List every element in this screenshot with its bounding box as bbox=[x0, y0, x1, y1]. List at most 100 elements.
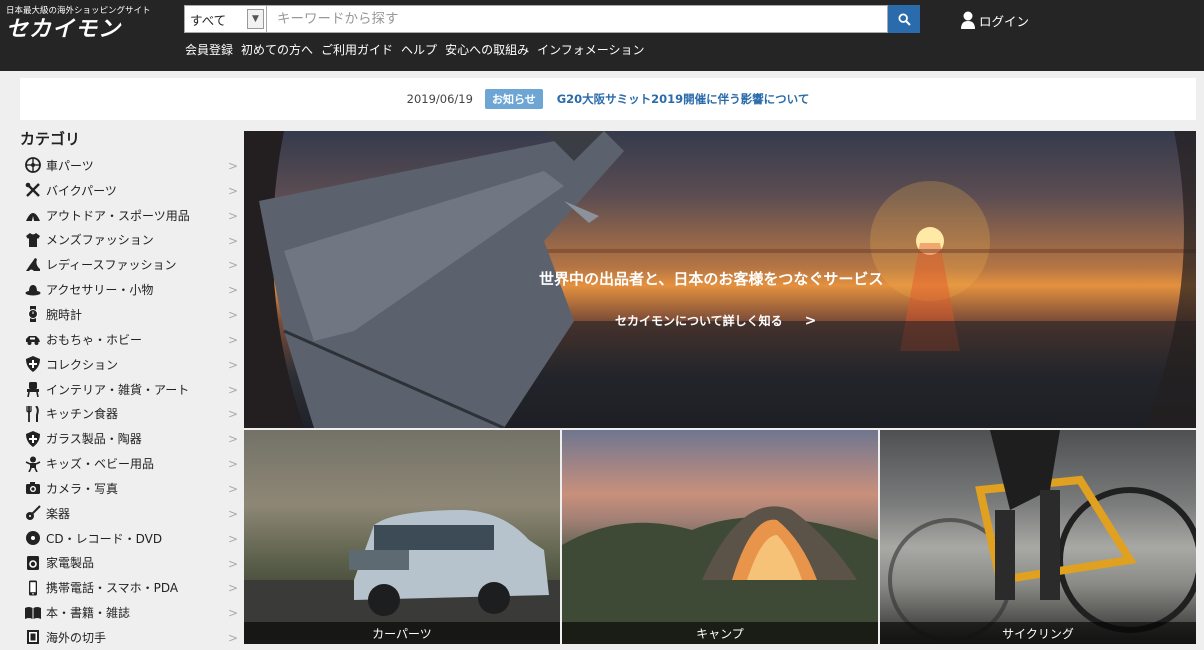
login-label: ログイン bbox=[979, 13, 1030, 29]
hero-headline: 世界中の出品者と、日本のお客様をつなぐサービス bbox=[539, 270, 884, 288]
search-button[interactable] bbox=[888, 5, 920, 33]
book-icon bbox=[24, 604, 42, 622]
chevron-right-icon: > bbox=[227, 357, 238, 372]
site-logo[interactable]: 日本最大級の海外ショッピングサイト セカイモン bbox=[6, 4, 156, 44]
tile-cycling[interactable]: サイクリング bbox=[880, 430, 1196, 644]
category-label: バイクパーツ bbox=[46, 183, 117, 198]
chevron-right-icon: > bbox=[227, 233, 238, 248]
washer-icon bbox=[24, 554, 42, 572]
tile-camping[interactable]: キャンプ bbox=[562, 430, 878, 644]
notice-bar: 2019/06/19 お知らせ G20大阪サミット2019開催に伴う影響について bbox=[20, 78, 1196, 120]
category-item-bike-parts[interactable]: バイクパーツ > bbox=[20, 178, 242, 203]
category-item-kitchen[interactable]: キッチン食器 > bbox=[20, 401, 242, 426]
category-label: 携帯電話・スマホ・PDA bbox=[46, 581, 179, 596]
nav-link-safety[interactable]: 安心への取組み bbox=[445, 41, 529, 58]
chevron-right-icon: > bbox=[227, 531, 238, 546]
category-label: 車パーツ bbox=[46, 158, 94, 173]
category-item-toys-hobby[interactable]: おもちゃ・ホビー > bbox=[20, 327, 242, 352]
featured-tiles: カーパーツ キャンプ サイクリング bbox=[244, 430, 1196, 644]
chevron-right-icon: > bbox=[227, 308, 238, 323]
login-link[interactable]: ログイン bbox=[960, 10, 1029, 30]
nav-link-help[interactable]: ヘルプ bbox=[401, 41, 437, 58]
category-item-outdoor-sports[interactable]: アウトドア・スポーツ用品 > bbox=[20, 203, 242, 228]
hat-icon bbox=[24, 281, 42, 299]
nav-link-register[interactable]: 会員登録 bbox=[185, 41, 233, 58]
category-item-watches[interactable]: 腕時計 > bbox=[20, 302, 242, 327]
tent-photo-illustration bbox=[562, 506, 878, 644]
category-item-stamps[interactable]: 海外の切手 > bbox=[20, 625, 242, 650]
category-label: コレクション bbox=[46, 357, 119, 372]
search-category-value: すべて bbox=[190, 12, 227, 28]
hero-link-label: セカイモンについて詳しく知る bbox=[615, 314, 783, 328]
tile-label: サイクリング bbox=[880, 622, 1196, 644]
category-label: アクセサリー・小物 bbox=[46, 283, 154, 298]
category-item-ladies-fashion[interactable]: レディースファッション > bbox=[20, 252, 242, 277]
category-label: ガラス製品・陶器 bbox=[46, 432, 142, 447]
nav-link-information[interactable]: インフォメーション bbox=[537, 41, 644, 58]
toy-car-icon bbox=[24, 330, 42, 348]
search-category-select[interactable]: すべて ▼ bbox=[184, 5, 267, 33]
category-item-appliances[interactable]: 家電製品 > bbox=[20, 551, 242, 576]
category-item-cd-record-dvd[interactable]: CD・レコード・DVD > bbox=[20, 526, 242, 551]
category-item-collection[interactable]: コレクション > bbox=[20, 352, 242, 377]
logo-text: セカイモン bbox=[6, 17, 122, 42]
category-label: キッズ・ベビー用品 bbox=[46, 457, 155, 472]
chevron-right-icon: > bbox=[227, 159, 238, 173]
category-item-car-parts[interactable]: 車パーツ > bbox=[20, 153, 242, 178]
chevron-right-icon: > bbox=[227, 631, 238, 646]
cutlery-icon bbox=[24, 405, 42, 423]
category-label: レディースファッション bbox=[46, 258, 177, 273]
search-icon bbox=[897, 12, 911, 26]
hero-banner[interactable]: 世界中の出品者と、日本のお客様をつなぐサービス セカイモンについて詳しく知る > bbox=[244, 131, 1196, 428]
category-label: 腕時計 bbox=[46, 307, 83, 322]
chevron-right-icon: > bbox=[227, 606, 238, 621]
tile-car-parts[interactable]: カーパーツ bbox=[244, 430, 560, 644]
category-label: おもちゃ・ホビー bbox=[46, 332, 143, 347]
notice-link[interactable]: G20大阪サミット2019開催に伴う影響について bbox=[557, 91, 810, 107]
tshirt-icon bbox=[24, 231, 42, 249]
chevron-right-icon: > bbox=[227, 208, 238, 223]
disc-icon bbox=[24, 529, 42, 547]
watch-icon bbox=[24, 305, 42, 323]
category-item-glass-ceramics[interactable]: ガラス製品・陶器 > bbox=[20, 426, 242, 451]
category-item-books[interactable]: 本・書籍・雑誌 > bbox=[20, 600, 242, 625]
chevron-down-icon: ▼ bbox=[247, 9, 264, 29]
category-item-accessories[interactable]: アクセサリー・小物 > bbox=[20, 277, 242, 302]
chevron-right-icon: > bbox=[227, 283, 238, 298]
wheel-icon bbox=[24, 156, 42, 174]
category-item-camera[interactable]: カメラ・写真 > bbox=[20, 476, 242, 501]
bicycle-photo-illustration bbox=[888, 430, 1196, 642]
logo-tagline: 日本最大級の海外ショッピングサイト bbox=[6, 6, 151, 16]
tile-label: キャンプ bbox=[562, 622, 878, 644]
guitar-icon bbox=[24, 504, 42, 522]
category-label: メンズファッション bbox=[46, 233, 154, 248]
hero-about-link[interactable]: セカイモンについて詳しく知る > bbox=[615, 312, 816, 329]
chevron-right-icon: > bbox=[227, 457, 238, 472]
notice-date: 2019/06/19 bbox=[406, 92, 473, 106]
tent-icon bbox=[24, 206, 42, 224]
nav-link-first-time[interactable]: 初めての方へ bbox=[241, 41, 313, 58]
chair-icon bbox=[24, 380, 42, 398]
chevron-right-icon: > bbox=[227, 382, 238, 397]
category-label: カメラ・写真 bbox=[46, 481, 119, 496]
chevron-right-icon: > bbox=[227, 332, 238, 347]
category-item-interior[interactable]: インテリア・雑貨・アート > bbox=[20, 377, 242, 402]
category-item-mobile-phones[interactable]: 携帯電話・スマホ・PDA > bbox=[20, 575, 242, 600]
tile-label: カーパーツ bbox=[244, 622, 560, 644]
category-label: 家電製品 bbox=[46, 556, 95, 571]
category-item-mens-fashion[interactable]: メンズファッション > bbox=[20, 228, 242, 253]
nav-link-guide[interactable]: ご利用ガイド bbox=[321, 41, 393, 58]
shield-icon bbox=[24, 430, 42, 448]
search-input[interactable] bbox=[267, 5, 888, 33]
category-item-kids-baby[interactable]: キッズ・ベビー用品 > bbox=[20, 451, 242, 476]
category-item-instruments[interactable]: 楽器 > bbox=[20, 501, 242, 526]
sidebar-title: カテゴリ bbox=[20, 130, 81, 148]
header: 日本最大級の海外ショッピングサイト セカイモン すべて ▼ ログイン 会員登録 … bbox=[0, 0, 1204, 71]
shield-icon bbox=[24, 355, 42, 373]
search-bar: すべて ▼ bbox=[184, 5, 920, 33]
baby-icon bbox=[24, 455, 42, 473]
car-photo-illustration bbox=[244, 510, 560, 644]
category-label: 本・書籍・雑誌 bbox=[46, 606, 131, 621]
stamp-icon bbox=[24, 628, 42, 646]
chevron-right-icon: > bbox=[227, 481, 238, 496]
